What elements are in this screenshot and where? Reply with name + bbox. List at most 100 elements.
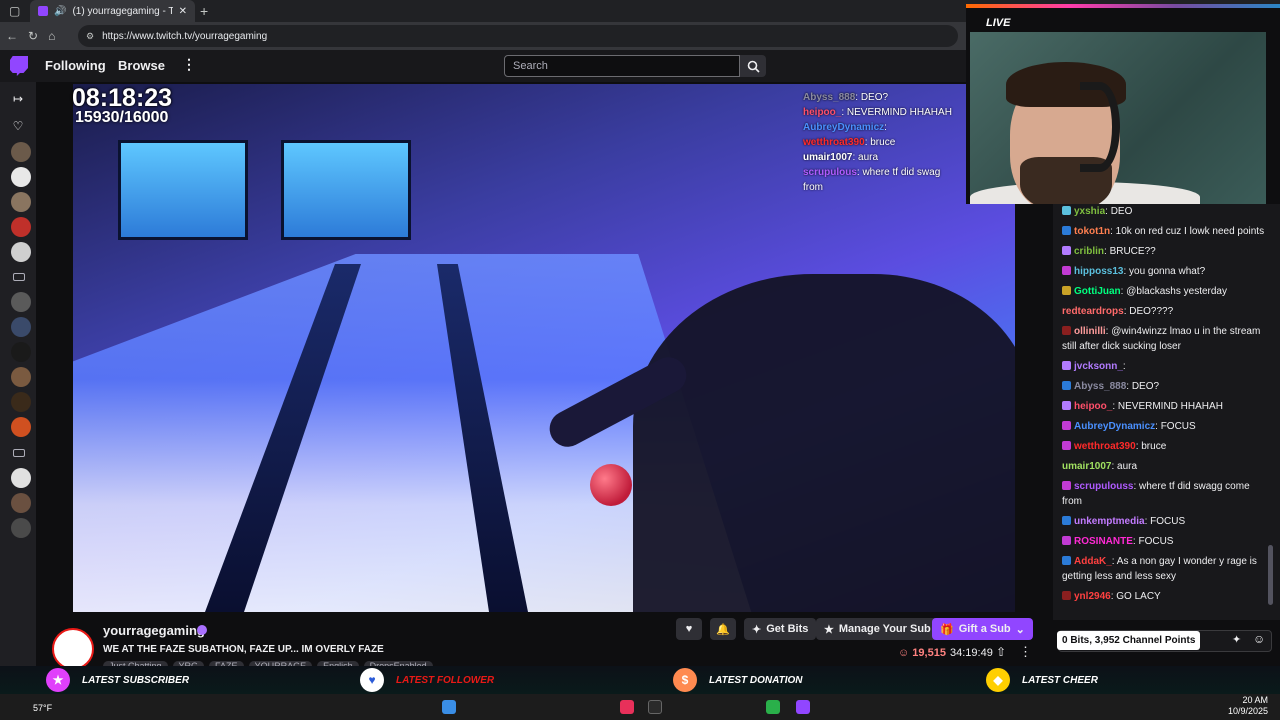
followed-channel-avatar[interactable] bbox=[11, 493, 31, 513]
chat-message: umair1007: aura bbox=[1062, 461, 1138, 472]
badge-icon bbox=[1062, 381, 1071, 390]
bowling-ball bbox=[590, 464, 632, 506]
chat-username[interactable]: scrupulouss bbox=[1074, 481, 1133, 492]
chat-scrollbar[interactable] bbox=[1268, 545, 1273, 605]
nav-browse[interactable]: Browse bbox=[118, 58, 165, 73]
manage-sub-button[interactable]: ★ Manage Your Sub bbox=[816, 618, 939, 640]
chat-username[interactable]: AubreyDynamicz bbox=[1074, 421, 1155, 432]
followed-channel-avatar[interactable] bbox=[11, 242, 31, 262]
chat-message: AddaK_: As a non gay I wonder y rage is … bbox=[1062, 556, 1257, 582]
gift-sub-button[interactable]: 🎁 Gift a Sub ⌄ bbox=[932, 618, 1033, 640]
followed-channel-avatar[interactable] bbox=[11, 167, 31, 187]
workspaces-icon[interactable]: ▢ bbox=[9, 4, 20, 18]
webcam-overlay: LIVE bbox=[966, 4, 1280, 204]
chat-username[interactable]: AddaK_ bbox=[1074, 556, 1112, 567]
chat-username[interactable]: ROSINANTE bbox=[1074, 536, 1133, 547]
chat-username[interactable]: heipoo_ bbox=[1074, 401, 1112, 412]
follow-button[interactable]: ♥ bbox=[676, 618, 702, 640]
followed-channel-avatar[interactable] bbox=[11, 317, 31, 337]
url-field[interactable]: ⚙ https://www.twitch.tv/yourragegaming bbox=[78, 25, 958, 47]
heart-icon: ♥ bbox=[360, 668, 384, 692]
badge-icon bbox=[1062, 536, 1071, 545]
followed-channel-avatar[interactable] bbox=[11, 142, 31, 162]
twitch-logo-icon[interactable] bbox=[10, 56, 28, 76]
site-info-icon[interactable]: ⚙ bbox=[86, 31, 94, 42]
heart-icon: ♥ bbox=[685, 623, 693, 635]
heart-icon: ♡ bbox=[12, 119, 24, 133]
search-input[interactable]: Search bbox=[504, 55, 740, 77]
chat-username[interactable]: umair1007 bbox=[1062, 461, 1111, 472]
chat-username[interactable]: unkemptmedia bbox=[1074, 516, 1145, 527]
latest-follower: ♥ LATEST FOLLOWER bbox=[360, 666, 494, 694]
followed-channel-avatar[interactable] bbox=[11, 518, 31, 538]
badge-icon bbox=[1062, 206, 1071, 215]
dollar-icon: $ bbox=[673, 668, 697, 692]
sub-goal-counter: 15930/16000 bbox=[75, 109, 169, 126]
get-bits-button[interactable]: ✦ Get Bits bbox=[744, 618, 817, 640]
bowler-silhouette bbox=[633, 274, 1015, 612]
followed-channel-avatar[interactable] bbox=[11, 392, 31, 412]
chat-username[interactable]: criblin bbox=[1074, 246, 1104, 257]
chat-username[interactable]: ollinilli bbox=[1074, 326, 1106, 337]
twitch-app-icon[interactable] bbox=[796, 700, 810, 714]
bowling-alley-screen bbox=[281, 140, 411, 240]
more-vertical-icon[interactable]: ⋮ bbox=[182, 56, 196, 73]
star-icon: ★ bbox=[824, 623, 834, 636]
notifications-button[interactable]: 🔔 bbox=[710, 618, 736, 640]
overlay-chat-user: scrupulous bbox=[803, 167, 857, 178]
verified-icon bbox=[197, 625, 207, 635]
emote-icon[interactable]: ☺ bbox=[1253, 632, 1265, 646]
chat-message: hipposs13: you gonna what? bbox=[1062, 264, 1270, 279]
more-vertical-icon[interactable]: ⋮ bbox=[1019, 644, 1032, 660]
search-button[interactable] bbox=[740, 55, 766, 77]
chat-username[interactable]: jvcksonn_ bbox=[1074, 361, 1123, 372]
music-app-icon[interactable] bbox=[620, 700, 634, 714]
bell-icon: 🔔 bbox=[716, 623, 730, 636]
badge-icon bbox=[1062, 266, 1071, 275]
followed-channel-avatar[interactable] bbox=[11, 468, 31, 488]
chat-username[interactable]: redteardrops bbox=[1062, 306, 1124, 317]
channel-name[interactable]: yourragegaming bbox=[103, 623, 205, 638]
chat-username[interactable]: GottiJuan bbox=[1074, 286, 1121, 297]
back-icon[interactable]: ← bbox=[6, 29, 18, 43]
chat-message: Abyss_888: DEO? bbox=[1062, 379, 1270, 394]
reload-icon[interactable]: ↻ bbox=[28, 29, 38, 43]
home-icon[interactable]: ⌂ bbox=[48, 29, 55, 43]
followed-channel-avatar[interactable] bbox=[11, 342, 31, 362]
chat-username[interactable]: hipposs13 bbox=[1074, 266, 1123, 277]
start-icon[interactable] bbox=[442, 700, 456, 714]
followed-channel-avatar[interactable] bbox=[11, 217, 31, 237]
chat-panel: yxshia: DEO tokot1n: 10k on red cuz I lo… bbox=[1053, 204, 1280, 620]
chat-message: unkemptmedia: FOCUS bbox=[1062, 514, 1270, 529]
share-icon[interactable]: ⇧ bbox=[996, 645, 1006, 659]
chat-message: tokot1n: 10k on red cuz I lowk need poin… bbox=[1062, 224, 1270, 239]
webcam-rainbow-bar bbox=[966, 4, 1280, 8]
followed-channel-avatar[interactable] bbox=[11, 417, 31, 437]
latest-subscriber: ★ LATEST SUBSCRIBER bbox=[46, 666, 189, 694]
system-clock: 20 AM 10/9/2025 bbox=[1228, 695, 1269, 716]
app-icon[interactable] bbox=[766, 700, 780, 714]
channel-avatar[interactable] bbox=[52, 628, 94, 670]
chat-username[interactable]: tokot1n bbox=[1074, 226, 1110, 237]
diamond-icon: ◆ bbox=[986, 668, 1010, 692]
chat-username[interactable]: Abyss_888 bbox=[1074, 381, 1126, 392]
new-tab-icon[interactable]: + bbox=[200, 3, 208, 19]
followed-channel-avatar[interactable] bbox=[11, 192, 31, 212]
chat-username[interactable]: yxshia bbox=[1074, 206, 1105, 217]
browser-tab[interactable]: 🔊 (1) yourragegaming - Twitch ✕ bbox=[30, 0, 195, 22]
live-label: LIVE bbox=[986, 17, 1011, 29]
overlay-chat-line: Abyss_888: DEO? bbox=[803, 92, 889, 103]
close-tab-icon[interactable]: ✕ bbox=[179, 6, 187, 17]
overlay-chat-line: AubreyDynamicz: bbox=[803, 122, 887, 133]
chat-username[interactable]: wetthroat390 bbox=[1074, 441, 1136, 452]
badge-icon bbox=[1062, 441, 1071, 450]
chat-username[interactable]: ynl2946 bbox=[1074, 591, 1111, 602]
speaker-icon[interactable]: 🔊 bbox=[54, 6, 66, 17]
bits-icon[interactable]: ✦ bbox=[1232, 633, 1241, 646]
expand-sidebar-icon[interactable]: ↦ bbox=[11, 92, 25, 106]
nav-following[interactable]: Following bbox=[45, 58, 106, 73]
followed-channel-avatar[interactable] bbox=[11, 367, 31, 387]
app-icon[interactable] bbox=[648, 700, 662, 714]
overlay-chat-user: umair1007 bbox=[803, 152, 853, 163]
followed-channel-avatar[interactable] bbox=[11, 292, 31, 312]
